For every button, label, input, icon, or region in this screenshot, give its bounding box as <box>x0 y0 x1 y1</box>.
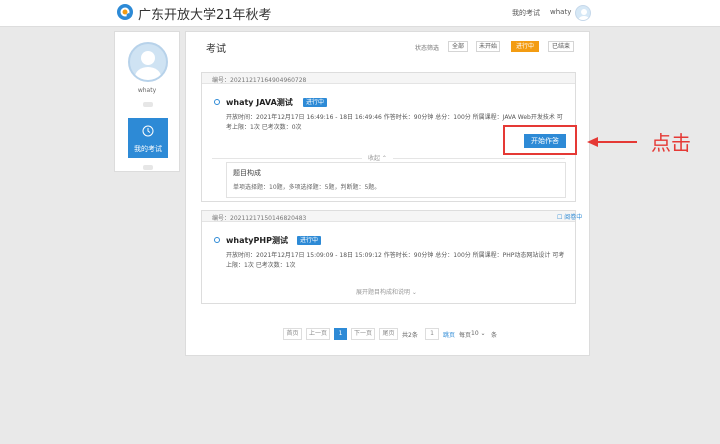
exam-meta-line: 上限：1次 已考次数：1次 <box>226 262 296 269</box>
divider <box>143 165 153 170</box>
site-title: 广东开放大学21年秋考 <box>138 8 272 23</box>
last-page-button[interactable]: 尾页 <box>379 328 398 340</box>
per-page-unit: 条 <box>491 332 498 339</box>
status-badge: 进行中 <box>303 98 327 107</box>
prev-page-button[interactable]: 上一页 <box>306 328 330 340</box>
exam-meta-line: 开放时间：2021年12月17日 16:49:16 - 18日 16:49:46… <box>226 114 563 121</box>
exam-meta-line: 开放时间：2021年12月17日 15:09:09 - 18日 15:09:12… <box>226 252 565 259</box>
collapse-toggle[interactable]: 收起 ⌃ <box>362 153 393 162</box>
status-dot-icon <box>214 99 220 105</box>
main-panel: 考试 状态筛选 全部 未开始 进行中 已结束 编号：20211217164904… <box>185 31 590 356</box>
annotation-callout: 点击 <box>651 131 691 155</box>
exam-title: whaty JAVA测试 <box>226 98 293 107</box>
question-composition-box: 题目构成 单项选择题：10题，多项选择题：5题，判断题：5题。 <box>226 162 566 198</box>
status-badge: 进行中 <box>297 236 321 245</box>
sidebar: whaty 我的考试 <box>114 31 180 172</box>
divider <box>143 102 153 107</box>
nav-username[interactable]: whaty <box>550 8 571 16</box>
exam-number: 编号：20211217164904960728 <box>212 77 307 84</box>
top-bar: 广东开放大学21年秋考 我的考试 whaty <box>0 0 720 27</box>
arrow-line <box>597 141 637 143</box>
filter-not-started-button[interactable]: 未开始 <box>476 41 500 52</box>
page-jump-input[interactable]: 1 <box>425 328 439 340</box>
exam-number: 编号：20211217150146820483 <box>212 215 307 222</box>
sidebar-username: whaty <box>137 87 157 94</box>
composition-title: 题目构成 <box>233 169 261 177</box>
card-header: 编号：20211217164904960728 <box>202 73 575 84</box>
go-page-button[interactable]: 跳页 <box>443 330 455 339</box>
status-dot-icon <box>214 237 220 243</box>
review-status-tag: ☐ 阅卷中 <box>557 214 583 221</box>
filter-ended-button[interactable]: 已结束 <box>548 41 574 52</box>
highlight-box <box>503 125 577 155</box>
page-number-button[interactable]: 1 <box>334 328 347 340</box>
exam-card: 编号：20211217150146820483 ☐ 阅卷中 whatyPHP测试… <box>201 210 582 304</box>
exam-title: whatyPHP测试 <box>226 236 288 245</box>
user-avatar-icon[interactable] <box>575 5 591 21</box>
logo-icon <box>117 4 133 20</box>
composition-detail: 单项选择题：10题，多项选择题：5题，判断题：5题。 <box>233 184 381 191</box>
expand-toggle[interactable]: 展开题目构成和说明 ⌄ <box>356 287 417 296</box>
next-page-button[interactable]: 下一页 <box>351 328 375 340</box>
filter-in-progress-button[interactable]: 进行中 <box>511 41 539 52</box>
sidebar-item-label: 我的考试 <box>134 145 162 153</box>
filter-all-button[interactable]: 全部 <box>448 41 468 52</box>
first-page-button[interactable]: 首页 <box>283 328 302 340</box>
per-page-label: 每页 <box>459 332 472 339</box>
avatar <box>128 42 168 82</box>
clock-icon <box>142 125 154 137</box>
review-tag-label: 阅卷中 <box>564 214 583 221</box>
per-page-select[interactable]: 10 ⌄ <box>471 330 486 337</box>
filter-label: 状态筛选 <box>415 45 440 52</box>
nav-my-exam-link[interactable]: 我的考试 <box>512 8 540 18</box>
sidebar-item-my-exam[interactable]: 我的考试 <box>128 118 168 158</box>
exam-meta-line: 考上限：1次 已考次数：0次 <box>226 124 302 131</box>
card-header: 编号：20211217150146820483 <box>202 211 575 222</box>
total-count: 共2条 <box>402 332 418 339</box>
page-title: 考试 <box>206 44 226 55</box>
